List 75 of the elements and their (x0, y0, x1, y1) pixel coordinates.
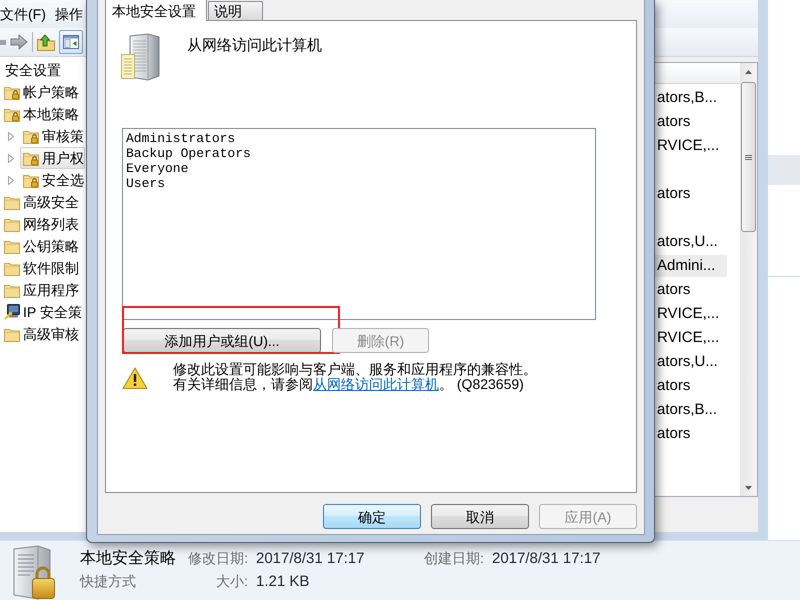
file-name: 本地安全策略 (80, 548, 176, 568)
folder-icon (4, 260, 20, 276)
grip-icon (745, 154, 752, 160)
expand-arrow-icon[interactable] (8, 132, 14, 140)
list-row[interactable]: ators (655, 279, 702, 301)
panel-icon[interactable] (63, 34, 79, 50)
list-row[interactable]: ators,B... (655, 399, 730, 421)
cancel-button[interactable]: 取消 (431, 504, 529, 529)
tree-item[interactable]: 审核策 (20, 125, 85, 147)
tree-item[interactable]: 本地策略 (1, 103, 80, 125)
tree-item[interactable]: 高级安全 (1, 191, 80, 213)
expand-arrow-icon[interactable] (8, 154, 14, 162)
warning-icon (122, 367, 148, 390)
help-link[interactable]: 从网络访问此计算机 (313, 376, 439, 392)
member-item[interactable]: Backup Operators (126, 146, 251, 161)
tree-item[interactable]: 安全选 (20, 169, 85, 191)
list-row[interactable]: ators (655, 183, 702, 205)
list-row[interactable]: RVICE,... (655, 327, 732, 349)
monitor-key-icon (4, 304, 20, 320)
list-row[interactable]: Admini... (655, 255, 728, 277)
tree-item[interactable]: 用户权 (20, 147, 85, 169)
tree-item[interactable]: 安全设置 (2, 59, 62, 81)
tree-item[interactable]: 高级审核 (1, 323, 80, 345)
down-arrow-icon[interactable] (745, 486, 752, 490)
tree-item[interactable]: 应用程序 (1, 279, 80, 301)
policy-title: 从网络访问此计算机 (187, 37, 322, 55)
property-label: 大小: (216, 573, 248, 590)
member-item[interactable]: Users (126, 176, 166, 191)
menu-item[interactable]: 操作 (54, 2, 83, 26)
tree-item[interactable]: 公钥策略 (1, 235, 80, 257)
add-button[interactable]: 添加用户或组(U)... (123, 328, 321, 353)
server-icon (120, 33, 160, 81)
list-row[interactable]: ators,U... (655, 351, 730, 373)
locked-folder-icon (4, 84, 20, 100)
list-row[interactable]: ators (655, 111, 702, 133)
scrollbar[interactable] (740, 63, 757, 496)
folder-icon (4, 216, 20, 232)
property-value: 2017/8/31 17:17 (256, 550, 364, 568)
property-label: 修改日期: (188, 550, 248, 567)
property-value: 1.21 KB (256, 572, 310, 590)
property-label: 创建日期: (424, 550, 484, 567)
property-value: 2017/8/31 17:17 (492, 550, 600, 568)
arrow-tail-icon[interactable] (0, 40, 6, 44)
list-row[interactable]: RVICE,... (655, 135, 732, 157)
locked-folder-icon (23, 128, 39, 144)
file-type: 快捷方式 (80, 573, 136, 590)
expand-arrow-icon[interactable] (8, 176, 14, 184)
folder-icon (4, 238, 20, 254)
locked-folder-icon (23, 172, 39, 188)
menu-item[interactable]: 文件(F) (0, 2, 46, 26)
tree-item[interactable]: 网络列表 (1, 213, 80, 235)
member-list[interactable]: Administrators Backup Operators Everyone Users (122, 128, 596, 320)
folder-icon (4, 282, 20, 298)
tree-item[interactable]: IP 安全策 (1, 301, 83, 323)
locked-folder-icon (23, 150, 39, 166)
member-item[interactable]: Everyone (126, 161, 188, 176)
folder-icon (4, 194, 20, 210)
tree-item[interactable]: 帐户策略 (1, 81, 80, 103)
help-text: 有关详细信息，请参阅从网络访问此计算机。 (Q823659) (173, 377, 524, 392)
toolbar-button[interactable] (59, 30, 83, 54)
list-row[interactable]: ators,U... (655, 231, 730, 253)
folder-icon (4, 326, 20, 342)
warning-text: 修改此设置可能影响与客户端、服务和应用程序的兼容性。 (173, 362, 537, 377)
tab[interactable]: 本地安全设置 (105, 0, 207, 21)
list-row[interactable]: ators (655, 375, 702, 397)
list-row[interactable]: ators (655, 423, 702, 445)
list-row[interactable]: RVICE,... (655, 303, 732, 325)
member-item[interactable]: Administrators (126, 131, 236, 146)
list-row[interactable]: ators,B... (655, 87, 730, 109)
locked-folder-icon (4, 106, 20, 122)
scroll-thumb[interactable] (741, 82, 756, 232)
tree-item[interactable]: 软件限制 (1, 257, 80, 279)
tab[interactable]: 说明 (208, 1, 263, 20)
ok-button[interactable]: 确定 (323, 504, 421, 529)
up-arrow-icon[interactable] (745, 70, 752, 74)
